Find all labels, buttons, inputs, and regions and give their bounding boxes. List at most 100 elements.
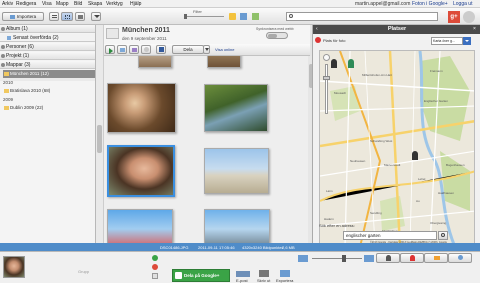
status-dimensions: 4320x3240 Bildpunkter — [242, 244, 283, 250]
photo-thumbnail[interactable] — [107, 83, 176, 133]
photos-google-link[interactable]: Foton i Google+ — [412, 1, 448, 7]
star-filter-icon[interactable] — [229, 13, 236, 20]
menu-dropdown-button[interactable] — [91, 12, 101, 21]
zoom-slider[interactable] — [312, 258, 362, 259]
folder-people[interactable]: Personer (6) — [0, 43, 95, 51]
map-marker-icon[interactable] — [412, 151, 418, 160]
filter-slider-handle[interactable] — [184, 14, 187, 19]
play-icon — [109, 47, 113, 54]
people-tab-button[interactable] — [376, 253, 400, 263]
folder-folders[interactable]: Mappar (3) — [0, 61, 95, 69]
photo-thumbnail-selected[interactable] — [107, 145, 175, 197]
zoom-slider-handle[interactable] — [342, 255, 346, 262]
menu-hjalp[interactable]: Hjälp — [130, 1, 141, 7]
map-zoom-handle[interactable] — [323, 76, 330, 80]
chevron-down-icon — [465, 40, 469, 42]
menu-skapa[interactable]: Skapa — [88, 1, 102, 7]
map-marker-icon[interactable] — [348, 59, 354, 68]
places-panel: Platser ‹ × Plats för foto Karta över g.… — [312, 25, 480, 246]
folder-label: München 2011 (12) — [10, 71, 49, 76]
import-button[interactable]: Importera — [2, 12, 44, 21]
list-view-icon — [52, 15, 57, 18]
menu-mapp[interactable]: Mapp — [56, 1, 69, 7]
photo-tray: Grupp Dela på Google+ E-post Skriv ut Ex… — [0, 251, 480, 283]
menu-redigera[interactable]: Redigera — [16, 1, 36, 7]
view-online-link[interactable]: Visa online — [215, 47, 235, 52]
folder-album[interactable]: Album (1) — [0, 25, 95, 33]
map-label: Hadern — [324, 217, 334, 221]
play-button[interactable] — [105, 45, 115, 54]
map-type-dropdown[interactable] — [463, 37, 471, 45]
place-pin-icon[interactable] — [315, 37, 321, 43]
gift-cd-button[interactable] — [141, 45, 151, 54]
library-scrollbar[interactable] — [96, 25, 104, 243]
tray-add-icon[interactable] — [152, 255, 158, 261]
folder-label: Personer (6) — [6, 44, 34, 50]
email-icon[interactable] — [236, 271, 250, 277]
map-type-select[interactable]: Karta över g... — [431, 37, 463, 45]
print-icon[interactable] — [259, 270, 269, 277]
collapse-panel-icon[interactable]: ‹ — [316, 26, 318, 32]
view-single-button[interactable] — [75, 12, 85, 21]
menu-arkiv[interactable]: Arkiv — [2, 1, 13, 7]
photo-thumbnail[interactable] — [204, 209, 270, 243]
folder-bratislava-2010[interactable]: Bratislava 2010 (68) — [3, 87, 95, 95]
folder-dublin-2009[interactable]: Dublin 2009 (22) — [3, 104, 95, 112]
album-header: München 2011 den 9 september 2011 Synkro… — [104, 25, 310, 44]
geo-filter-icon[interactable] — [252, 13, 259, 20]
export-icon[interactable] — [280, 270, 290, 277]
share-google-plus-button[interactable]: Dela på Google+ — [172, 269, 230, 282]
folder-munchen-2011[interactable]: München 2011 (12) — [3, 70, 95, 78]
sync-toggle[interactable] — [266, 32, 288, 39]
info-tab-button[interactable] — [448, 253, 472, 263]
photo-thumbnail[interactable] — [107, 209, 173, 243]
address-search-label: Sök efter en adress: — [319, 223, 355, 228]
close-icon[interactable]: × — [473, 26, 476, 32]
search-input[interactable] — [286, 12, 438, 21]
filter-slider[interactable] — [184, 16, 224, 17]
view-grid-button[interactable] — [61, 12, 73, 21]
address-search-button[interactable] — [438, 231, 448, 240]
menu-bar: Arkiv Redigera Visa Mapp Bild Skapa Verk… — [0, 0, 480, 8]
google-plus-icon[interactable]: g+ — [448, 11, 460, 23]
tray-remove-icon[interactable] — [152, 264, 158, 270]
share-button[interactable]: Dela — [172, 45, 204, 54]
places-tab-button[interactable] — [400, 253, 424, 263]
photo-thumbnail[interactable] — [204, 84, 268, 132]
email-label: E-post — [236, 278, 248, 283]
address-search-input[interactable]: englischer garten — [343, 231, 437, 240]
scroll-thumb[interactable] — [97, 125, 102, 153]
map-pin-icon — [410, 255, 415, 261]
folder-projects[interactable]: Projekt (1) — [0, 52, 95, 60]
logout-link[interactable]: Logga ut — [453, 1, 472, 7]
map-pan-control[interactable] — [323, 54, 330, 61]
photo-thumbnail[interactable] — [207, 56, 241, 68]
movie-button[interactable] — [129, 45, 139, 54]
collage-button[interactable] — [117, 45, 127, 54]
map-label: Neuhausen — [350, 159, 366, 163]
share-dropdown[interactable] — [203, 45, 210, 54]
tray-photo-thumbnail[interactable] — [3, 256, 25, 278]
print-label: Skriv ut — [257, 278, 271, 283]
photo-thumbnail[interactable] — [204, 148, 269, 194]
menu-visa[interactable]: Visa — [42, 1, 52, 7]
settings-gear-icon[interactable] — [463, 11, 475, 23]
folder-recent[interactable]: Senast överförda (2) — [0, 34, 95, 42]
menu-bild[interactable]: Bild — [74, 1, 82, 7]
sync-web-label: Synkronisera med webb — [256, 27, 294, 31]
album-action-bar: Dela Visa online — [104, 44, 310, 56]
photo-thumbnail[interactable] — [138, 56, 172, 68]
tray-clear-icon[interactable] — [152, 273, 158, 279]
expand-icon — [1, 44, 5, 49]
map-marker-icon[interactable] — [331, 59, 337, 68]
map-view[interactable]: Moosach Milbertshofen-Am Hart Freimann S… — [319, 50, 475, 246]
toolbar: Importera Filter g+ — [0, 8, 480, 25]
year-label: 2009 — [3, 97, 14, 102]
folder-icon — [4, 89, 9, 93]
menu-verktyg[interactable]: Verktyg — [106, 1, 123, 7]
save-button[interactable] — [156, 45, 166, 54]
tags-tab-button[interactable] — [424, 253, 448, 263]
faces-filter-icon[interactable] — [240, 13, 247, 20]
map-zoom-slider[interactable] — [325, 64, 328, 114]
view-list-button[interactable] — [49, 12, 59, 21]
